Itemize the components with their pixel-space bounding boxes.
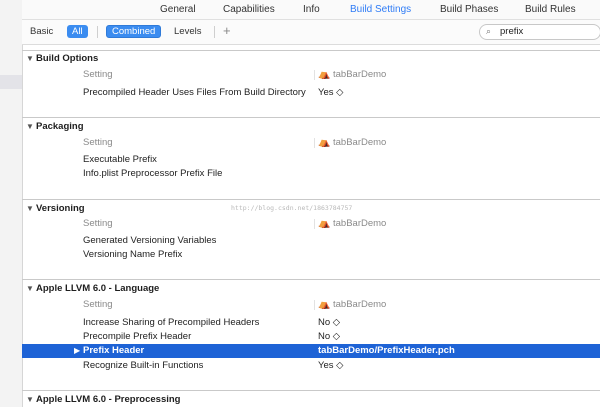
section-divider [22,117,600,118]
target-name: tabBarDemo [333,299,387,310]
filter-separator-2 [214,26,215,38]
navigator-strip [0,0,23,407]
setting-row[interactable]: Generated Versioning Variables [22,234,600,248]
navigator-selection [0,75,22,89]
setting-row[interactable]: Versioning Name Prefix [22,248,600,262]
editor-tab-bar: General Capabilities Info Build Settings… [22,0,600,20]
setting-value-field[interactable]: tabBarDemo/PrefixHeader.pch [318,344,455,358]
setting-column-label: Setting [83,299,113,310]
setting-name: Executable Prefix [83,154,157,165]
target-column-header: ⛺ tabBarDemo [318,68,386,82]
target-icon: ⛺ [318,299,331,310]
setting-value-popup[interactable]: Yes ◇ [318,359,343,373]
tab-build-phases[interactable]: Build Phases [440,4,498,15]
setting-row[interactable]: Precompiled Header Uses Files From Build… [22,86,600,100]
column-separator [314,300,315,310]
section-llvm-preprocessing[interactable]: ▼ Apple LLVM 6.0 - Preprocessing [26,393,180,407]
setting-name: Precompiled Header Uses Files From Build… [83,87,306,98]
search-field[interactable]: ⌕ prefix [479,24,600,40]
add-setting-button[interactable]: + [223,23,231,38]
section-divider [22,390,600,391]
target-icon: ⛺ [318,218,331,229]
section-build-options[interactable]: ▼ Build Options [26,52,98,66]
section-llvm-language[interactable]: ▼ Apple LLVM 6.0 - Language [26,282,159,296]
disclosure-triangle-icon: ▼ [26,284,34,293]
section-title: Apple LLVM 6.0 - Language [36,283,160,294]
section-divider [22,279,600,280]
setting-column-label: Setting [83,137,113,148]
section-divider [22,50,600,51]
basic-filter-button[interactable]: Basic [25,25,58,38]
section-title: Packaging [36,121,84,132]
setting-name: Precompile Prefix Header [83,331,192,342]
setting-row[interactable]: Increase Sharing of Precompiled Headers … [22,316,600,330]
setting-name: Prefix Header [83,345,145,356]
watermark-text: http://blog.csdn.net/1863784757 [231,204,353,212]
disclosure-triangle-icon: ▼ [26,54,34,63]
section-versioning[interactable]: ▼ Versioning [26,202,85,216]
setting-name: Increase Sharing of Precompiled Headers [83,317,260,328]
target-column-header: ⛺ tabBarDemo [318,298,386,312]
column-separator [314,138,315,148]
column-header-row: Setting ⛺ tabBarDemo [22,68,600,82]
setting-column-label: Setting [83,218,113,229]
setting-name: Generated Versioning Variables [83,235,217,246]
target-column-header: ⛺ tabBarDemo [318,217,386,231]
column-header-row: Setting ⛺ tabBarDemo [22,217,600,231]
column-separator [314,219,315,229]
setting-name: Info.plist Preprocessor Prefix File [83,168,223,179]
column-header-row: Setting ⛺ tabBarDemo [22,136,600,150]
filter-separator [97,26,98,38]
section-packaging[interactable]: ▼ Packaging [26,120,84,134]
target-icon: ⛺ [318,69,331,80]
setting-value-popup[interactable]: No ◇ [318,316,340,330]
disclosure-triangle-icon: ▼ [26,395,34,404]
combined-view-button[interactable]: Combined [106,25,162,38]
setting-row[interactable]: Recognize Built-in Functions Yes ◇ [22,359,600,373]
magnifier-icon: ⌕ [486,26,492,36]
levels-view-button[interactable]: Levels [169,25,206,38]
column-header-row: Setting ⛺ tabBarDemo [22,298,600,312]
setting-row[interactable]: Precompile Prefix Header No ◇ [22,330,600,344]
all-filter-button[interactable]: All [67,25,88,38]
setting-row-selected[interactable]: ▶ Prefix Header tabBarDemo/PrefixHeader.… [22,344,600,358]
setting-value-popup[interactable]: No ◇ [318,330,340,344]
tab-build-settings[interactable]: Build Settings [350,4,411,15]
target-name: tabBarDemo [333,137,387,148]
section-title: Build Options [36,53,99,64]
tab-general[interactable]: General [160,4,196,15]
setting-name: Versioning Name Prefix [83,249,183,260]
setting-name: Recognize Built-in Functions [83,360,204,371]
section-divider [22,199,600,200]
target-icon: ⛺ [318,137,331,148]
setting-row[interactable]: Executable Prefix [22,153,600,167]
tab-info[interactable]: Info [303,4,320,15]
disclosure-triangle-icon: ▼ [26,204,34,213]
search-input[interactable]: prefix [500,26,523,37]
target-name: tabBarDemo [333,69,387,80]
tab-capabilities[interactable]: Capabilities [223,4,275,15]
setting-row[interactable]: Info.plist Preprocessor Prefix File [22,167,600,181]
tab-build-rules[interactable]: Build Rules [525,4,576,15]
build-settings-filter-bar: Basic All Combined Levels + ⌕ prefix [22,20,600,45]
column-separator [314,70,315,80]
section-title: Versioning [36,203,85,214]
target-name: tabBarDemo [333,218,387,229]
disclosure-triangle-icon[interactable]: ▶ [74,344,80,358]
setting-value-popup[interactable]: Yes ◇ [318,86,343,100]
setting-column-label: Setting [83,69,113,80]
disclosure-triangle-icon: ▼ [26,122,34,131]
target-column-header: ⛺ tabBarDemo [318,136,386,150]
section-title: Apple LLVM 6.0 - Preprocessing [36,394,181,405]
